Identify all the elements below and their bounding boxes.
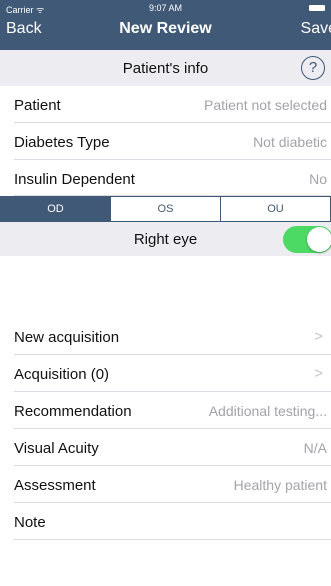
- section-title: Patient's info: [122, 60, 209, 77]
- row-value: Additional testing...: [208, 403, 327, 419]
- row-value: No: [309, 171, 327, 187]
- segment-od[interactable]: OD: [1, 197, 111, 221]
- chevron-right-icon: >: [314, 328, 323, 345]
- eye-segmented-control: OD OS OU: [0, 196, 331, 222]
- row-label: Visual Acuity: [14, 440, 99, 457]
- patient-row[interactable]: Patient Patient not selected: [0, 86, 331, 123]
- status-time: 9:07 AM: [148, 3, 183, 13]
- row-label: Insulin Dependent: [14, 171, 135, 188]
- row-label: Diabetes Type: [14, 134, 110, 151]
- page-title: New Review: [119, 20, 212, 37]
- right-eye-toggle[interactable]: [283, 226, 331, 253]
- navigation-bar: Carrier ᯤ 9:07 AM Back New Review Save: [0, 0, 331, 50]
- row-label: Patient: [14, 97, 61, 114]
- right-eye-label: Right eye: [133, 231, 198, 248]
- row-value: Patient not selected: [204, 97, 327, 113]
- chevron-right-icon: >: [314, 365, 323, 382]
- row-label: Note: [14, 514, 46, 531]
- status-bar: Carrier ᯤ 9:07 AM: [0, 0, 331, 16]
- new-acquisition-row[interactable]: New acquisition >: [0, 318, 331, 355]
- acquisition-row[interactable]: Acquisition (0) >: [0, 355, 331, 392]
- battery-icon: [309, 5, 325, 11]
- insulin-dependent-row[interactable]: Insulin Dependent No: [0, 160, 331, 196]
- row-label: New acquisition: [14, 329, 120, 346]
- row-label: Recommendation: [14, 403, 132, 420]
- row-value: Healthy patient: [233, 477, 327, 493]
- note-row[interactable]: Note: [0, 503, 331, 540]
- row-value: N/A: [303, 440, 327, 456]
- row-label: Acquisition (0): [14, 366, 110, 383]
- segment-ou[interactable]: OU: [221, 197, 330, 221]
- save-button[interactable]: Save: [301, 20, 331, 38]
- diabetes-type-row[interactable]: Diabetes Type Not diabetic: [0, 123, 331, 160]
- patient-info-header: Patient's info ?: [0, 50, 331, 86]
- visual-acuity-row[interactable]: Visual Acuity N/A: [0, 429, 331, 466]
- recommendation-row[interactable]: Recommendation Additional testing...: [0, 392, 331, 429]
- right-eye-toggle-row: Right eye: [0, 222, 331, 256]
- row-label: Assessment: [14, 477, 96, 494]
- segment-os[interactable]: OS: [111, 197, 221, 221]
- row-value: Not diabetic: [253, 134, 327, 150]
- toggle-knob: [307, 227, 331, 252]
- assessment-row[interactable]: Assessment Healthy patient: [0, 466, 331, 503]
- question-circle-icon[interactable]: ?: [301, 56, 325, 80]
